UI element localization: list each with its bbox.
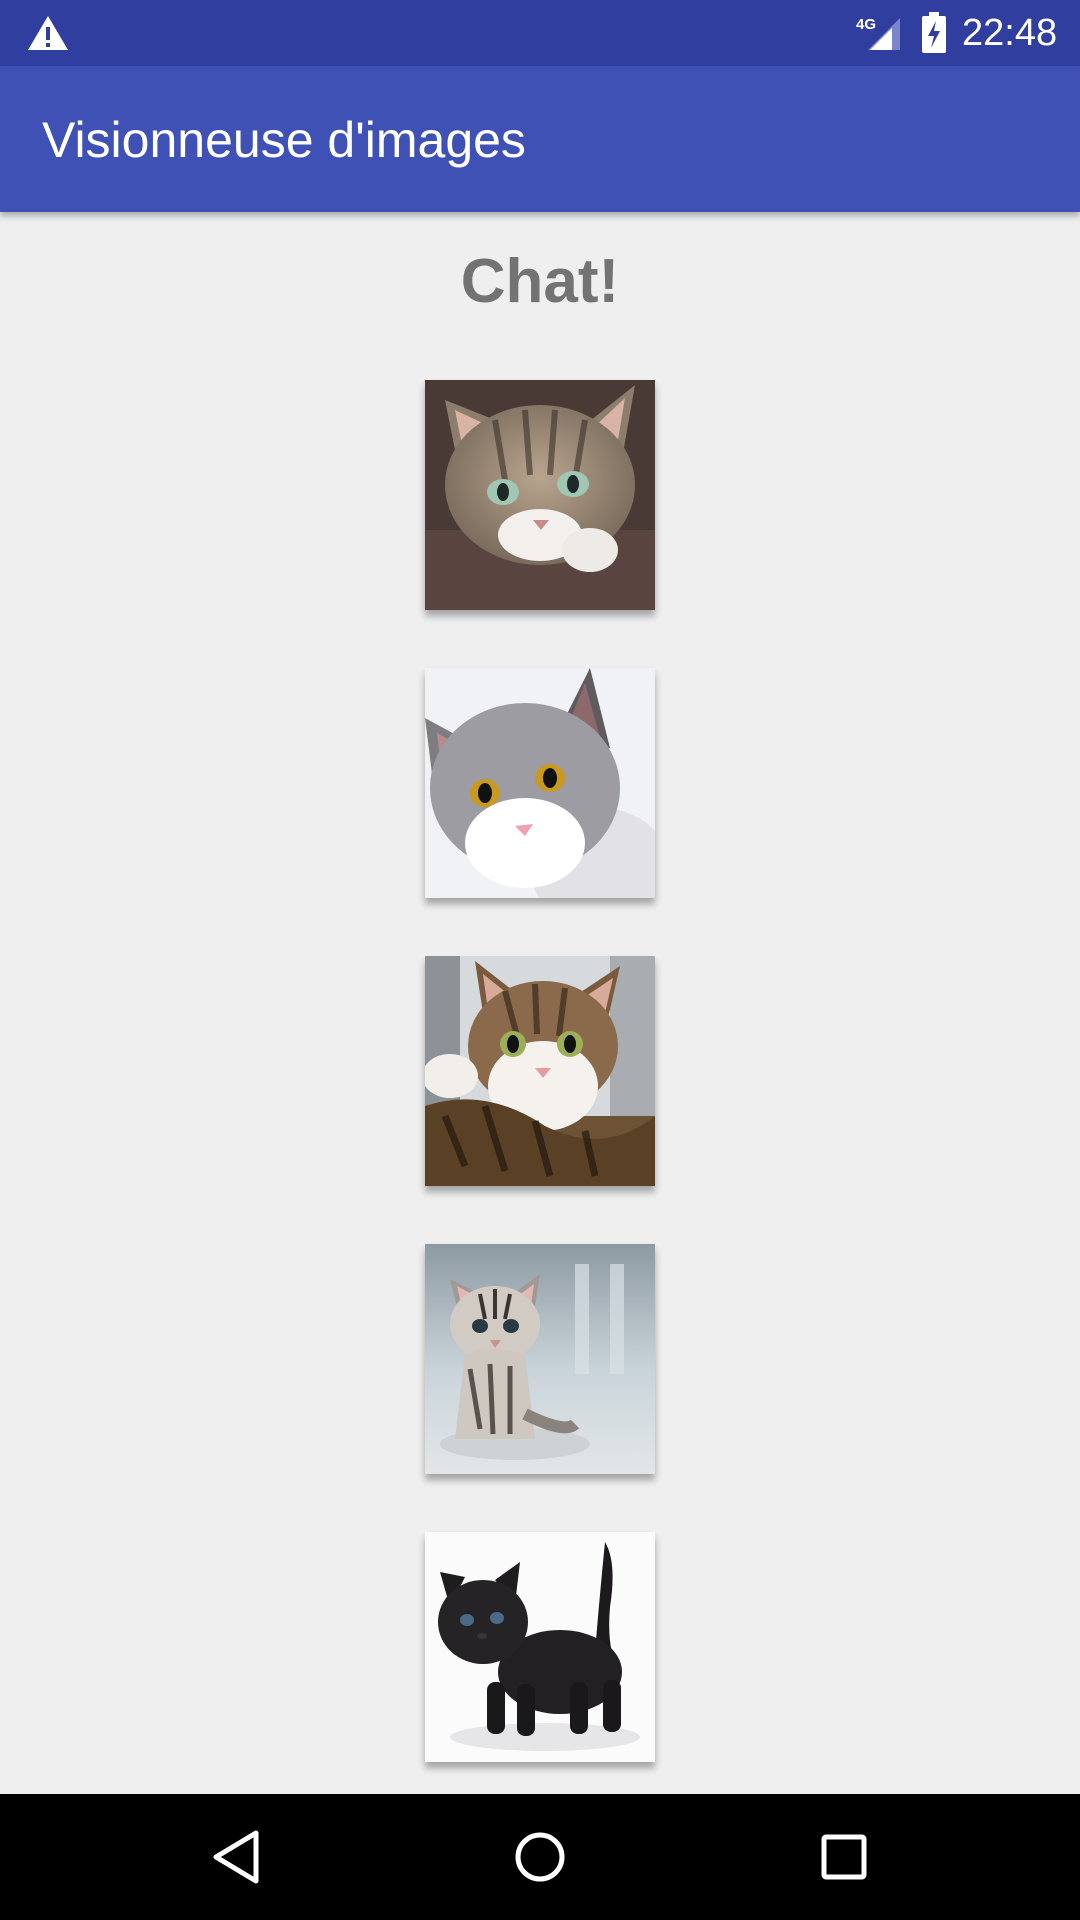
nav-bar xyxy=(0,1794,1080,1920)
app-title: Visionneuse d'images xyxy=(42,112,526,168)
cat-image-5[interactable] xyxy=(425,1532,655,1762)
warning-icon xyxy=(28,16,68,50)
status-bar: 4G 22:48 xyxy=(0,0,1080,66)
cat-image-3[interactable] xyxy=(425,956,655,1186)
home-icon[interactable] xyxy=(508,1825,572,1889)
recents-icon[interactable] xyxy=(812,1825,876,1889)
back-icon[interactable] xyxy=(204,1825,268,1889)
signal-icon: 4G xyxy=(856,16,900,50)
battery-charging-icon xyxy=(922,12,946,53)
network-type-label: 4G xyxy=(856,16,876,33)
cat-image-4[interactable] xyxy=(425,1244,655,1474)
status-clock: 22:48 xyxy=(962,12,1058,54)
app-bar: Visionneuse d'images xyxy=(0,66,1080,212)
cat-image-1[interactable] xyxy=(425,380,655,610)
page-heading: Chat! xyxy=(460,247,620,316)
cat-image-2[interactable] xyxy=(425,668,655,898)
image-list[interactable]: Chat! xyxy=(0,212,1080,1794)
